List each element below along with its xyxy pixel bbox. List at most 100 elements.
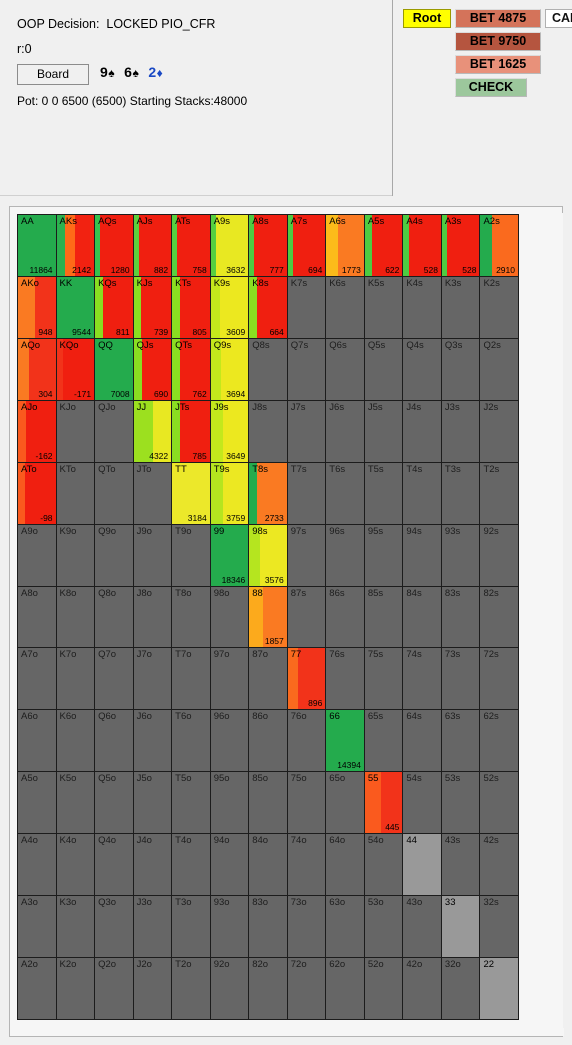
range-cell[interactable]: 44 [403, 834, 441, 896]
range-cell[interactable]: J4s [403, 400, 441, 462]
range-cell[interactable]: 73s [441, 648, 480, 710]
range-cell[interactable]: 42s [480, 834, 518, 896]
range-cell[interactable]: 85o [249, 772, 287, 834]
range-cell[interactable]: 32s [480, 896, 518, 958]
range-cell[interactable]: Q9o [95, 524, 133, 586]
range-cell[interactable]: 43s [441, 834, 480, 896]
range-cell[interactable]: K5s [364, 276, 403, 338]
range-cell[interactable]: 54o [364, 834, 403, 896]
range-cell[interactable]: 33 [441, 896, 480, 958]
range-cell[interactable]: K4o [56, 834, 95, 896]
range-cell[interactable]: 83o [249, 896, 287, 958]
range-cell[interactable]: K3o [56, 896, 95, 958]
range-cell[interactable]: A3s 528 [441, 215, 480, 276]
range-cell[interactable]: 94s [403, 524, 441, 586]
range-cell[interactable]: 62s [480, 710, 518, 772]
range-cell[interactable]: 95o [210, 772, 249, 834]
range-cell[interactable]: 87s [287, 586, 326, 648]
range-cell[interactable]: Q8s [249, 338, 287, 400]
range-cell[interactable]: 97s [287, 524, 326, 586]
range-cell[interactable]: K9s 3609 [210, 276, 249, 338]
range-cell[interactable]: 92s [480, 524, 518, 586]
tree-node-bet-1625[interactable]: BET 1625 [455, 55, 541, 74]
range-cell[interactable]: 63o [326, 896, 364, 958]
range-cell[interactable]: T9s 3759 [210, 462, 249, 524]
range-cell[interactable]: 32o [441, 958, 480, 1019]
range-cell[interactable]: 76o [287, 710, 326, 772]
range-cell[interactable]: J9o [133, 524, 172, 586]
range-cell[interactable]: AA 11864 [18, 215, 56, 276]
range-cell[interactable]: 53s [441, 772, 480, 834]
tree-node-call[interactable]: CAL [545, 9, 572, 28]
range-cell[interactable]: 84s [403, 586, 441, 648]
range-cell[interactable]: 52s [480, 772, 518, 834]
range-cell[interactable]: K2o [56, 958, 95, 1019]
board-button[interactable]: Board [17, 64, 89, 85]
range-cell[interactable]: AQo 304 [18, 338, 56, 400]
range-cell[interactable]: AJo -162 [18, 400, 56, 462]
tree-node-bet-9750[interactable]: BET 9750 [455, 32, 541, 51]
range-cell[interactable]: K5o [56, 772, 95, 834]
range-cell[interactable]: KJo [56, 400, 95, 462]
range-cell[interactable]: A9o [18, 524, 56, 586]
range-cell[interactable]: T8s 2733 [249, 462, 287, 524]
range-cell[interactable]: A6s 1773 [326, 215, 364, 276]
range-cell[interactable]: JTo [133, 462, 172, 524]
range-cell[interactable]: KJs 739 [133, 276, 172, 338]
range-cell[interactable]: 53o [364, 896, 403, 958]
range-cell[interactable]: 95s [364, 524, 403, 586]
scroll-gutter[interactable] [555, 213, 563, 1031]
range-cell[interactable]: QJo [95, 400, 133, 462]
range-cell[interactable]: Q7o [95, 648, 133, 710]
range-cell[interactable]: K8o [56, 586, 95, 648]
tree-node-root[interactable]: Root [403, 9, 451, 28]
range-cell[interactable]: 74s [403, 648, 441, 710]
range-cell[interactable]: QTo [95, 462, 133, 524]
range-cell[interactable]: T8o [172, 586, 210, 648]
range-cell[interactable]: AKs 2142 [56, 215, 95, 276]
range-cell[interactable]: T3s [441, 462, 480, 524]
range-cell[interactable]: 54s [403, 772, 441, 834]
range-cell[interactable]: QTs 762 [172, 338, 210, 400]
range-cell[interactable]: 66 14394 [326, 710, 364, 772]
range-cell[interactable]: 74o [287, 834, 326, 896]
range-cell[interactable]: TT 3184 [172, 462, 210, 524]
range-cell[interactable]: JJ 4322 [133, 400, 172, 462]
range-cell[interactable]: 88 1857 [249, 586, 287, 648]
range-cell[interactable]: 62o [326, 958, 364, 1019]
range-cell[interactable]: AJs 882 [133, 215, 172, 276]
range-cell[interactable]: Q3o [95, 896, 133, 958]
range-cell[interactable]: Q6o [95, 710, 133, 772]
range-cell[interactable]: 75s [364, 648, 403, 710]
range-cell[interactable]: A5s 622 [364, 215, 403, 276]
range-cell[interactable]: A2s 2910 [480, 215, 518, 276]
range-cell[interactable]: 72s [480, 648, 518, 710]
range-cell[interactable]: 55 445 [364, 772, 403, 834]
range-cell[interactable]: 75o [287, 772, 326, 834]
range-cell[interactable]: 86o [249, 710, 287, 772]
range-cell[interactable]: AKo 948 [18, 276, 56, 338]
range-cell[interactable]: Q5s [364, 338, 403, 400]
range-cell[interactable]: 96s [326, 524, 364, 586]
range-cell[interactable]: J6s [326, 400, 364, 462]
range-cell[interactable]: 63s [441, 710, 480, 772]
range-cell[interactable]: T2o [172, 958, 210, 1019]
range-cell[interactable]: 64o [326, 834, 364, 896]
range-cell[interactable]: AQs 1280 [95, 215, 133, 276]
range-cell[interactable]: KTo [56, 462, 95, 524]
range-cell[interactable]: 86s [326, 586, 364, 648]
range-cell[interactable]: 43o [403, 896, 441, 958]
range-cell[interactable]: K9o [56, 524, 95, 586]
range-cell[interactable]: Q4s [403, 338, 441, 400]
range-cell[interactable]: A4o [18, 834, 56, 896]
range-cell[interactable]: 82o [249, 958, 287, 1019]
range-cell[interactable]: J7o [133, 648, 172, 710]
range-cell[interactable]: A2o [18, 958, 56, 1019]
range-cell[interactable]: T4s [403, 462, 441, 524]
range-cell[interactable]: K7o [56, 648, 95, 710]
range-cell[interactable]: 73o [287, 896, 326, 958]
range-cell[interactable]: A4s 528 [403, 215, 441, 276]
range-cell[interactable]: K3s [441, 276, 480, 338]
range-cell[interactable]: K6o [56, 710, 95, 772]
range-cell[interactable]: Q2o [95, 958, 133, 1019]
